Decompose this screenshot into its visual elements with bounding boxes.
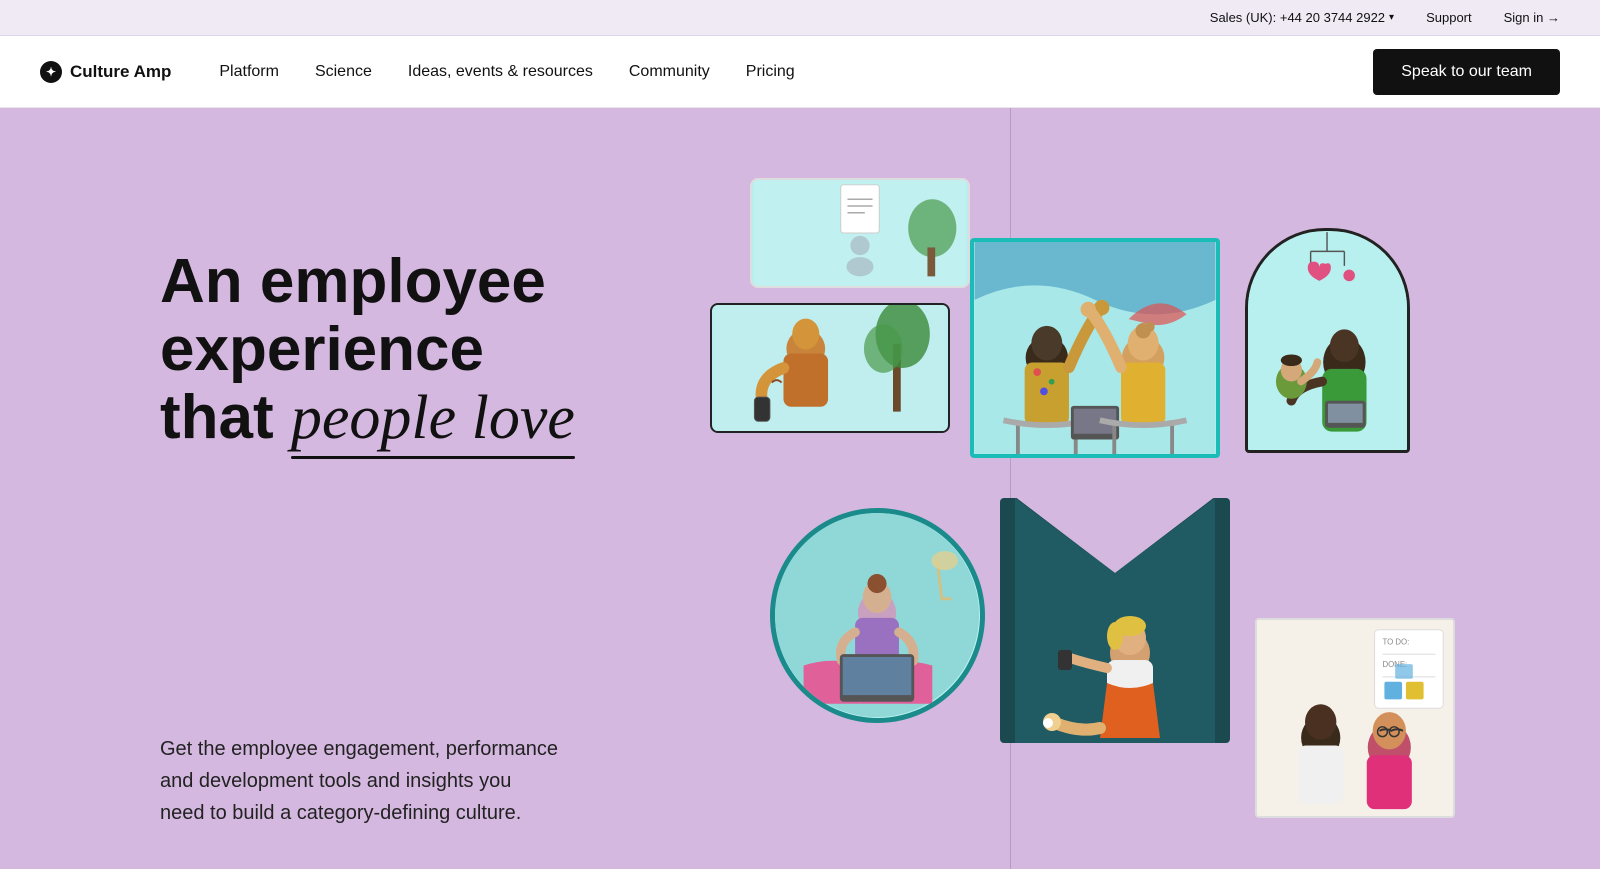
hero-title: An employee experience that people love xyxy=(160,248,680,453)
illustration-person-plant xyxy=(710,303,950,433)
nav-ideas[interactable]: Ideas, events & resources xyxy=(408,63,593,81)
main-navbar: ✦ Culture Amp Platform Science Ideas, ev… xyxy=(0,36,1600,108)
support-link[interactable]: Support xyxy=(1426,10,1472,25)
vertical-divider xyxy=(1010,108,1011,869)
nav-platform[interactable]: Platform xyxy=(219,63,279,81)
hero-section: An employee experience that people love … xyxy=(0,108,1600,869)
hero-description: Get the employee engagement, performance… xyxy=(160,733,560,829)
nav-science[interactable]: Science xyxy=(315,63,372,81)
signin-link[interactable]: Sign in → xyxy=(1504,10,1560,25)
illustration-person-laptop xyxy=(770,508,985,723)
nav-community[interactable]: Community xyxy=(629,63,710,81)
hero-illustrations: TO DO: DONE: xyxy=(700,108,1600,869)
illustration-video-call xyxy=(750,178,970,288)
hero-left: An employee experience that people love … xyxy=(160,168,680,829)
sales-label: Sales (UK): +44 20 3744 2922 xyxy=(1210,10,1385,25)
hero-title-line2: experience xyxy=(160,315,484,384)
illustration-highfive xyxy=(970,238,1220,458)
logo-c: ✦ xyxy=(46,65,56,79)
logo[interactable]: ✦ Culture Amp xyxy=(40,61,171,83)
hero-title-line3: that xyxy=(160,383,291,452)
illustration-todo-people: TO DO: DONE: xyxy=(1255,618,1455,818)
svg-text:TO DO:: TO DO: xyxy=(1382,638,1409,647)
chevron-down-icon: ▾ xyxy=(1389,12,1394,23)
utility-bar: Sales (UK): +44 20 3744 2922 ▾ Support S… xyxy=(0,0,1600,36)
logo-icon: ✦ xyxy=(40,61,62,83)
hero-title-italic: people love xyxy=(291,384,575,452)
nav-links: Platform Science Ideas, events & resourc… xyxy=(219,63,1373,81)
hero-title-line1: An employee xyxy=(160,247,546,316)
sales-phone[interactable]: Sales (UK): +44 20 3744 2922 ▾ xyxy=(1210,10,1394,25)
illustration-tent-person xyxy=(1000,498,1230,743)
illustration-parent-child xyxy=(1245,228,1410,453)
logo-text: Culture Amp xyxy=(70,62,171,82)
nav-pricing[interactable]: Pricing xyxy=(746,63,795,81)
speak-to-team-button[interactable]: Speak to our team xyxy=(1373,49,1560,95)
